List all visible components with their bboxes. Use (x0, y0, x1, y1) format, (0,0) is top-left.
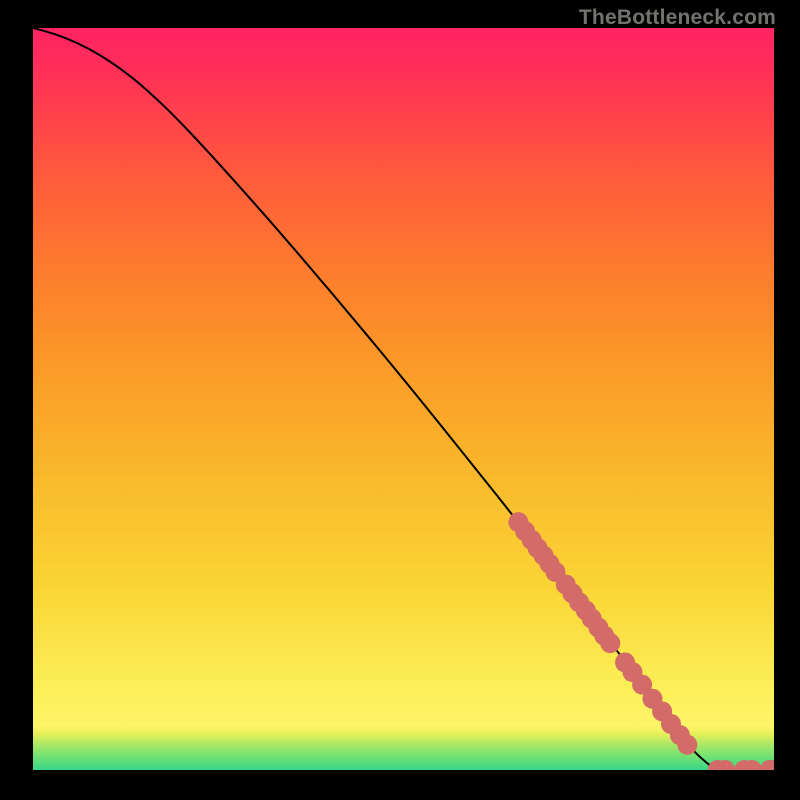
data-marker (661, 714, 681, 734)
data-marker (632, 675, 652, 695)
data-marker (508, 512, 528, 532)
data-marker (528, 538, 548, 558)
data-marker (522, 530, 542, 550)
curve-path (33, 28, 774, 770)
data-marker (708, 760, 728, 770)
data-marker (764, 760, 774, 770)
data-marker (615, 652, 635, 672)
data-marker (742, 760, 762, 770)
data-marker (576, 600, 596, 620)
data-marker (600, 633, 620, 653)
data-marker (715, 760, 735, 770)
plot-area (33, 28, 774, 770)
data-marker (642, 689, 662, 709)
data-marker (556, 575, 576, 595)
data-marker (562, 583, 582, 603)
data-marker (734, 760, 754, 770)
data-marker (594, 626, 614, 646)
data-marker (569, 592, 589, 612)
data-marker (539, 554, 559, 574)
chart-svg (33, 28, 774, 770)
data-marker (515, 521, 535, 541)
data-marker (652, 701, 672, 721)
watermark-text: TheBottleneck.com (579, 6, 776, 30)
chart-frame: TheBottleneck.com (0, 0, 800, 800)
data-marker (534, 546, 554, 566)
data-marker (582, 609, 602, 629)
data-marker (622, 662, 642, 682)
data-marker (760, 760, 774, 770)
data-marker (545, 562, 565, 582)
data-marker (588, 618, 608, 638)
data-marker (670, 725, 690, 745)
data-marker (677, 735, 697, 755)
